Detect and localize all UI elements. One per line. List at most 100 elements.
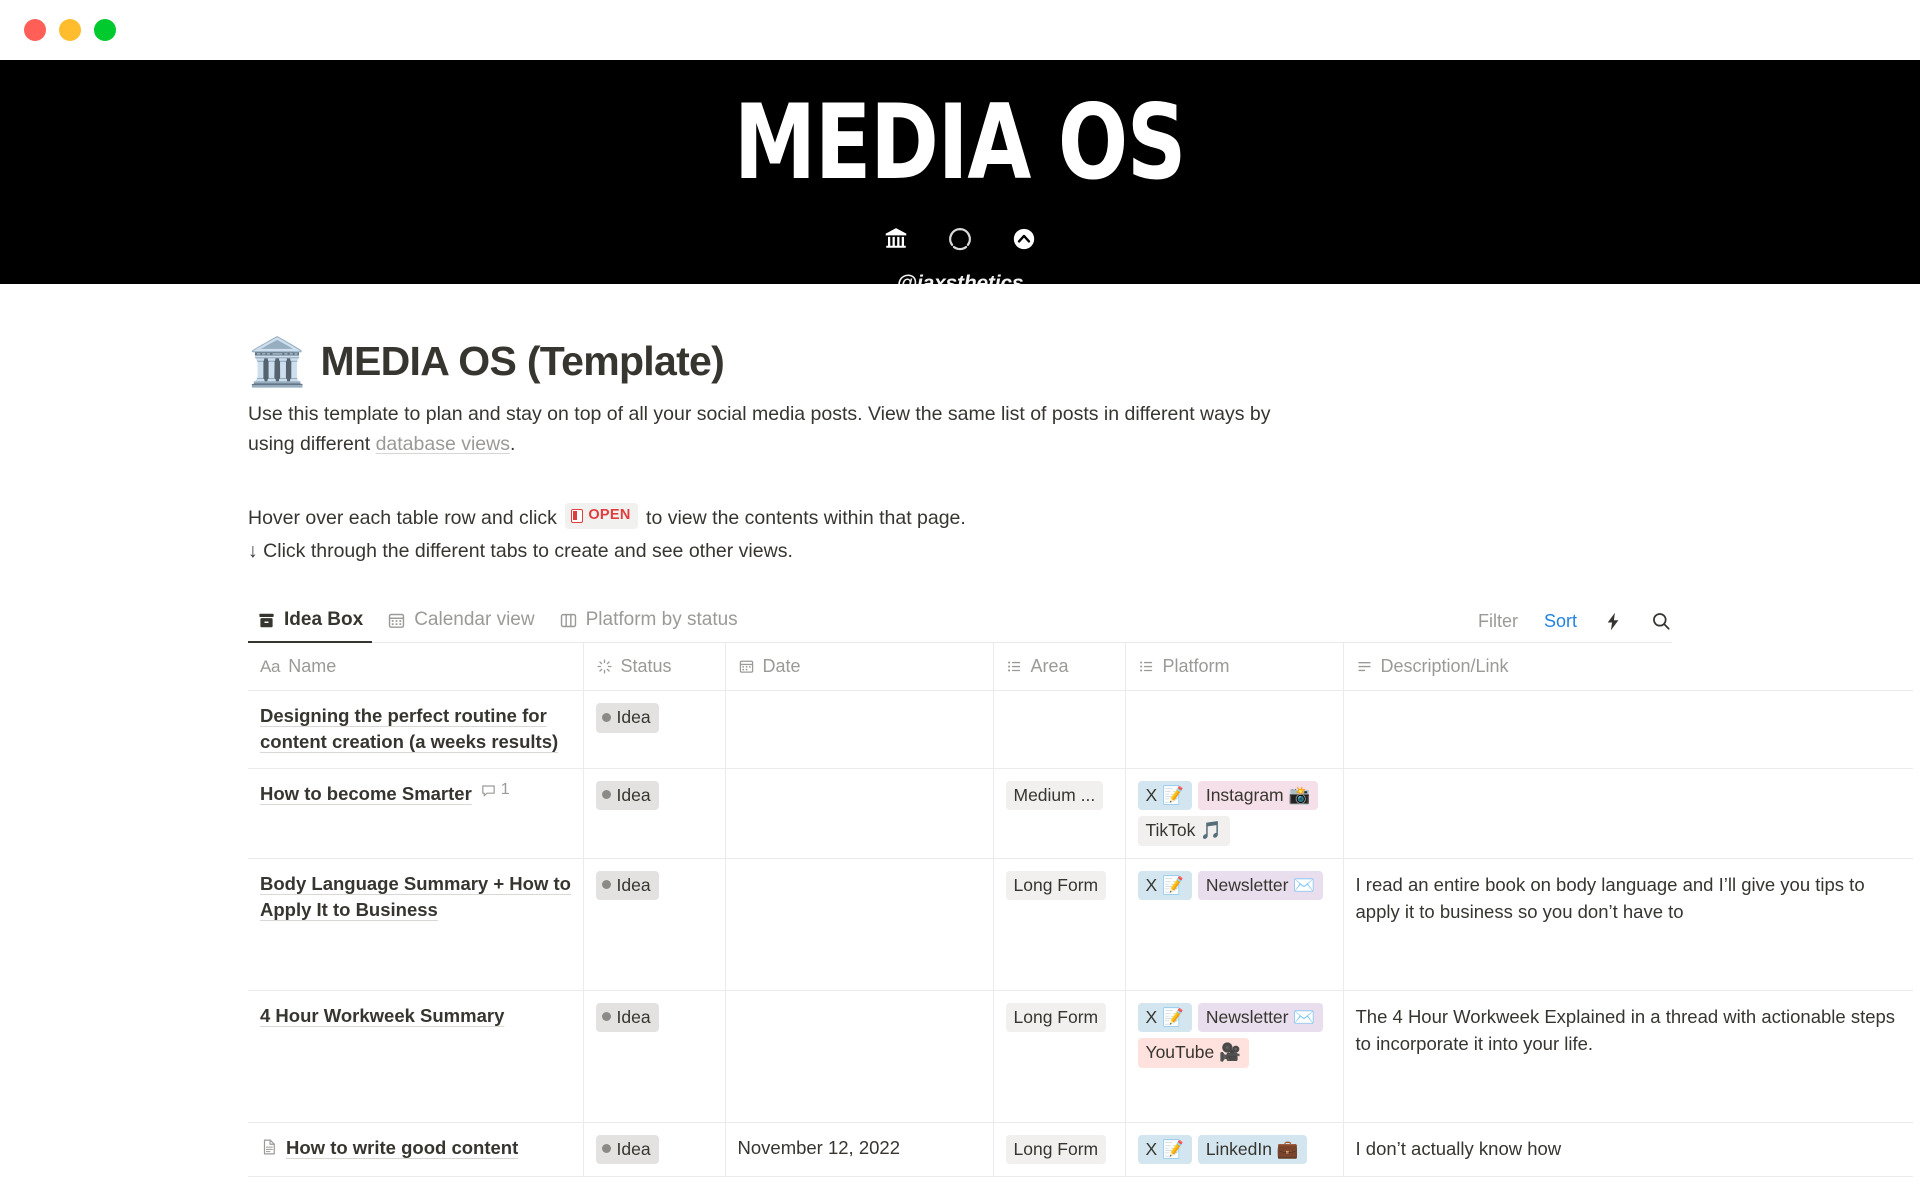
cell-description[interactable]: The 4 Hour Workweek Explained in a threa… — [1343, 990, 1913, 1123]
cell-status[interactable]: Idea — [583, 1122, 726, 1178]
comment-count[interactable]: 1 — [480, 781, 510, 799]
column-header-description-label: Description/Link — [1380, 656, 1509, 677]
cell-date[interactable] — [725, 690, 994, 769]
cell-name[interactable]: Designing the perfect routine for conten… — [248, 690, 584, 769]
cell-platform[interactable]: X 📝 LinkedIn 💼 — [1125, 1122, 1344, 1178]
zoom-button[interactable] — [94, 19, 116, 41]
table-row[interactable]: How to write good content Idea November … — [248, 1122, 1913, 1178]
cell-status[interactable]: Idea — [583, 690, 726, 769]
cell-platform[interactable]: X 📝 Newsletter ✉️ YouTube 🎥 — [1125, 990, 1344, 1123]
row-title[interactable]: Designing the perfect routine for conten… — [260, 703, 573, 756]
cell-area[interactable]: Long Form — [993, 990, 1126, 1123]
minimize-button[interactable] — [59, 19, 81, 41]
status-badge: Idea — [595, 780, 659, 811]
cell-platform[interactable]: X 📝 Instagram 📸 TikTok 🎵 — [1125, 768, 1344, 859]
status-dot-icon — [601, 880, 611, 890]
close-button[interactable] — [24, 19, 46, 41]
platform-tag: X 📝 — [1137, 1134, 1192, 1165]
tab-platform-by-status[interactable]: Platform by status — [550, 604, 747, 642]
cell-description[interactable] — [1343, 768, 1913, 859]
cell-area[interactable] — [993, 690, 1126, 769]
multi-select-icon — [1139, 661, 1152, 672]
column-header-platform-label: Platform — [1162, 656, 1230, 677]
area-tag: Medium ... — [1005, 780, 1104, 811]
cell-name[interactable]: How to write good content — [248, 1122, 584, 1178]
window-titlebar — [0, 0, 1920, 60]
cell-date[interactable]: November 12, 2022 — [725, 1122, 994, 1178]
cover-title: MEDIA OS — [734, 83, 1187, 204]
row-title[interactable]: 4 Hour Workweek Summary — [260, 1003, 504, 1029]
row-title[interactable]: Body Language Summary + How to Apply It … — [260, 871, 573, 924]
page-title: MEDIA OS (Template) — [320, 338, 725, 384]
column-header-date[interactable]: Date — [725, 643, 994, 692]
cell-date[interactable] — [725, 990, 994, 1123]
cell-area[interactable]: Medium ... — [993, 768, 1126, 859]
table-row[interactable]: How to become Smarter 1 Idea Medium ... X… — [248, 768, 1913, 859]
comment-icon — [482, 785, 495, 796]
description-value: I read an entire book on body language a… — [1355, 873, 1865, 923]
platform-tag: LinkedIn 💼 — [1197, 1134, 1307, 1165]
open-badge[interactable]: OPEN — [565, 503, 638, 529]
cell-status[interactable]: Idea — [583, 768, 726, 859]
cell-name[interactable]: 4 Hour Workweek Summary — [248, 990, 584, 1123]
cell-platform[interactable] — [1125, 690, 1344, 769]
open-badge-icon — [571, 508, 584, 523]
cell-description[interactable]: I read an entire book on body language a… — [1343, 858, 1913, 991]
search-icon[interactable] — [1650, 610, 1672, 632]
table-row[interactable]: 4 Hour Workweek Summary Idea Long Form X… — [248, 990, 1913, 1123]
filter-button[interactable]: Filter — [1478, 611, 1518, 632]
row-title[interactable]: How to write good content — [286, 1135, 518, 1161]
cell-platform[interactable]: X 📝 Newsletter ✉️ — [1125, 858, 1344, 991]
table-row[interactable]: Body Language Summary + How to Apply It … — [248, 858, 1913, 991]
cover-icon-row — [883, 226, 1037, 252]
cell-date[interactable] — [725, 768, 994, 859]
area-tag: Long Form — [1005, 870, 1107, 901]
row-title[interactable]: How to become Smarter — [260, 783, 472, 804]
column-header-status[interactable]: Status — [583, 643, 726, 692]
tab-platform-by-status-label: Platform by status — [585, 609, 738, 631]
multi-select-icon — [1007, 661, 1020, 672]
classical-building-icon — [885, 228, 907, 248]
cell-area[interactable]: Long Form — [993, 1122, 1126, 1178]
page-emoji-icon: 🏛️ — [248, 335, 307, 388]
cell-name[interactable]: How to become Smarter 1 — [248, 768, 584, 859]
platform-tag: Newsletter ✉️ — [1197, 870, 1324, 901]
tab-idea-box[interactable]: Idea Box — [248, 604, 373, 644]
view-tabs: Idea Box Calendar view Platform by statu… — [248, 604, 747, 644]
cell-area[interactable]: Long Form — [993, 858, 1126, 991]
column-header-platform[interactable]: Platform — [1125, 643, 1344, 692]
platform-tag: TikTok 🎵 — [1137, 816, 1231, 846]
lightning-bolt-icon[interactable] — [1603, 611, 1624, 632]
status-badge: Idea — [595, 1002, 659, 1033]
area-tag: Long Form — [1005, 1002, 1107, 1033]
status-dot-icon — [601, 1012, 611, 1022]
text-lines-icon — [1357, 662, 1371, 672]
window-controls — [24, 19, 116, 41]
cell-description[interactable] — [1343, 690, 1913, 769]
sort-button[interactable]: Sort — [1544, 611, 1577, 632]
platform-tags: X 📝 Newsletter ✉️ YouTube 🎥 — [1137, 1002, 1333, 1068]
tab-calendar-view[interactable]: Calendar view — [378, 604, 543, 642]
table-body: Designing the perfect routine for conten… — [248, 690, 1913, 1178]
table-row[interactable]: Designing the perfect routine for conten… — [248, 690, 1913, 769]
comment-count-label: 1 — [500, 781, 510, 799]
column-header-name-label: Name — [288, 656, 337, 677]
cell-status[interactable]: Idea — [583, 990, 726, 1123]
database-toolbar: Filter Sort — [1478, 610, 1672, 642]
column-header-name[interactable]: Aa Name — [248, 643, 584, 692]
column-header-area[interactable]: Area — [993, 643, 1126, 692]
database-table: Aa Name Status Date Area Platform Descri… — [248, 643, 1913, 1178]
cell-name[interactable]: Body Language Summary + How to Apply It … — [248, 858, 584, 991]
title-aa-icon: Aa — [260, 656, 281, 676]
description-value: I don’t actually know how — [1355, 1137, 1562, 1159]
cell-date[interactable] — [725, 858, 994, 991]
column-header-description[interactable]: Description/Link — [1343, 643, 1913, 692]
board-icon — [560, 613, 576, 627]
status-label: Idea — [616, 874, 651, 895]
page-title-row: 🏛️ MEDIA OS (Template) — [248, 338, 1672, 385]
cell-description[interactable]: I don’t actually know how — [1343, 1122, 1913, 1178]
intro-text-2: . — [509, 433, 516, 456]
area-tag: Long Form — [1005, 1134, 1107, 1165]
database-views-link[interactable]: database views — [376, 433, 510, 455]
cell-status[interactable]: Idea — [583, 858, 726, 991]
